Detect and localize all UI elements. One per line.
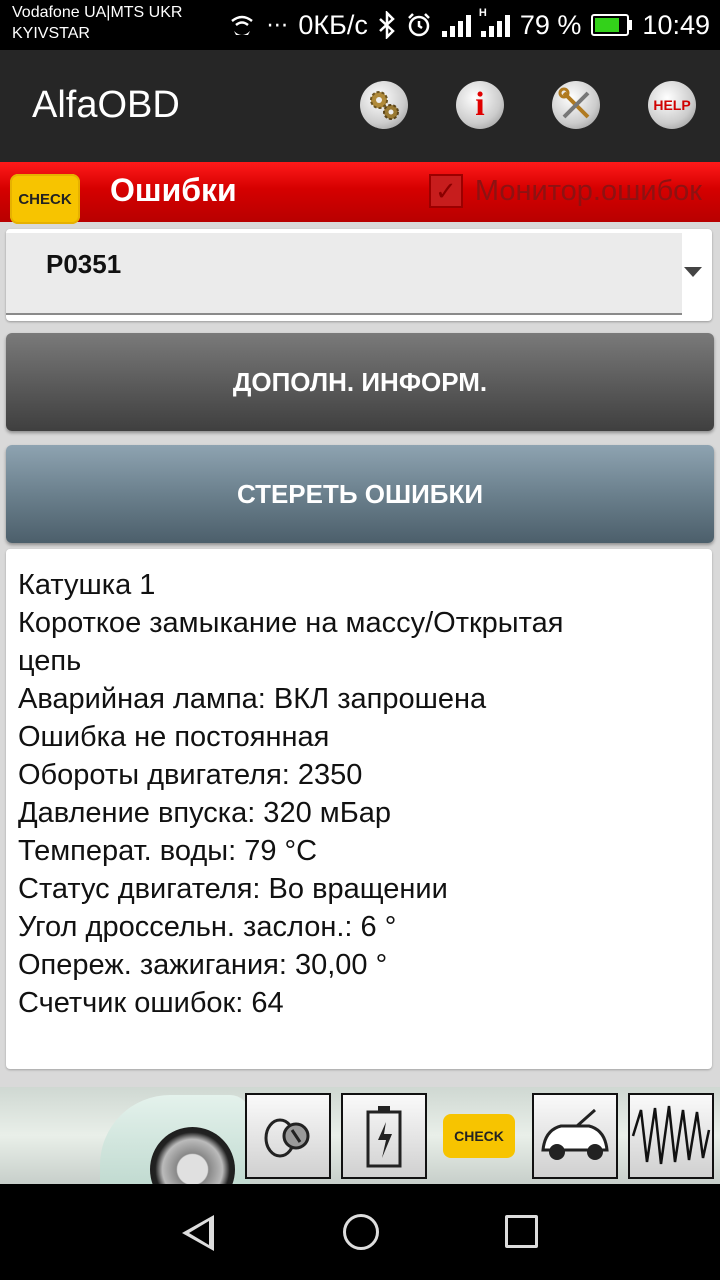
recent-apps-icon[interactable]: [505, 1215, 538, 1248]
wifi-calling-icon: [228, 11, 256, 39]
error-code-spinner[interactable]: P0351: [6, 229, 712, 321]
detail-line: Угол дроссельн. заслон.: 6 °: [18, 911, 397, 943]
error-details-panel: Катушка 1 Короткое замыкание на массу/От…: [6, 549, 712, 1069]
navigation-bar: [0, 1184, 720, 1280]
detail-line: Счетчик ошибок: 64: [18, 987, 284, 1019]
help-icon[interactable]: HELP: [648, 81, 696, 129]
dropdown-arrow-icon[interactable]: [684, 267, 702, 277]
toolbar-check-engine-icon[interactable]: CHECK: [443, 1114, 515, 1158]
status-bar: Vodafone UA|MTS UKR KYIVSTAR ⋯ 0КБ/с H 7…: [0, 0, 720, 50]
data-speed: 0КБ/с: [298, 9, 368, 40]
detail-line: Короткое замыкание на массу/Открытая: [18, 607, 564, 639]
ignition-key-icon[interactable]: [245, 1093, 331, 1179]
signal-h-icon: H: [479, 7, 510, 37]
carrier-info: Vodafone UA|MTS UKR KYIVSTAR: [12, 2, 182, 44]
settings-gears-icon[interactable]: [360, 81, 408, 129]
tools-icon[interactable]: [552, 81, 600, 129]
section-title: Ошибки: [110, 172, 237, 208]
battery-charging-icon: [591, 14, 633, 36]
info-icon[interactable]: i: [456, 81, 504, 129]
bluetooth-icon: [378, 11, 396, 39]
help-icon-label: HELP: [653, 97, 691, 113]
bottom-toolbar: [0, 1087, 720, 1184]
clock: 10:49: [642, 9, 710, 40]
battery-percent: 79 %: [519, 9, 582, 40]
more-icon: ⋯: [266, 12, 289, 37]
back-icon[interactable]: [182, 1215, 214, 1251]
detail-line: Обороты двигателя: 2350: [18, 759, 363, 791]
error-monitor-toggle[interactable]: ✓ Монитор.ошибок: [428, 174, 702, 208]
detail-line: Аварийная лампа: ВКЛ запрошена: [18, 683, 487, 715]
carrier-line-1: Vodafone UA|MTS UKR: [12, 4, 183, 21]
selected-error-code: P0351: [46, 249, 122, 279]
app-bar: AlfaOBD i HELP: [0, 50, 720, 162]
monitor-label: Монитор.ошибок: [474, 174, 702, 207]
check-badge-label: CHECK: [18, 190, 72, 208]
car-service-icon[interactable]: [532, 1093, 618, 1179]
detail-line: цепь: [18, 645, 82, 677]
toolbar-check-label: CHECK: [454, 1128, 504, 1144]
home-icon[interactable]: [343, 1214, 379, 1250]
signal-icon: [441, 13, 471, 37]
detail-line: Статус двигателя: Во вращении: [18, 873, 448, 905]
battery-icon[interactable]: [341, 1093, 427, 1179]
app-title: AlfaOBD: [32, 84, 180, 126]
detail-line: Катушка 1: [18, 569, 156, 601]
monitor-checkbox[interactable]: ✓: [428, 174, 463, 208]
status-icons: ⋯ 0КБ/с H 79 % 10:49: [228, 0, 710, 50]
carrier-line-2: KYIVSTAR: [12, 25, 90, 42]
clear-errors-button[interactable]: СТЕРЕТЬ ОШИБКИ: [6, 445, 714, 543]
detail-line: Опереж. зажигания: 30,00 °: [18, 949, 388, 981]
detail-line: Давление впуска: 320 мБар: [18, 797, 391, 829]
info-icon-glyph: i: [475, 86, 485, 123]
alarm-icon: [406, 12, 432, 38]
more-info-button[interactable]: ДОПОЛН. ИНФОРМ.: [6, 333, 714, 431]
oscilloscope-icon[interactable]: [628, 1093, 714, 1179]
detail-line: Температ. воды: 79 °C: [18, 835, 318, 867]
detail-line: Ошибка не постоянная: [18, 721, 330, 753]
check-engine-icon: CHECK: [10, 174, 80, 224]
